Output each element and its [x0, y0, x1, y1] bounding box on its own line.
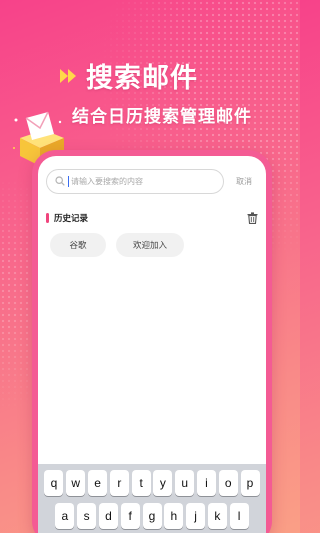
key[interactable]: t	[131, 470, 151, 496]
key[interactable]: k	[207, 503, 227, 529]
search-icon	[55, 176, 65, 186]
search-row: 取消	[46, 168, 258, 194]
history-title: 历史记录	[54, 214, 89, 224]
key[interactable]: j	[186, 503, 206, 529]
keyboard: q w e r t y u i o p a s d f g h j k l	[38, 464, 266, 533]
hero-title: 搜索邮件	[60, 56, 198, 95]
history-accent-bar	[46, 213, 49, 223]
keyboard-row-2: a s d f g h j k l	[41, 503, 263, 529]
cancel-button[interactable]: 取消	[236, 176, 252, 187]
hero-title-text: 搜索邮件	[86, 63, 198, 94]
history-header: 历史记录	[46, 212, 258, 224]
key[interactable]: d	[98, 503, 118, 529]
key[interactable]: s	[77, 503, 97, 529]
text-caret	[68, 175, 69, 187]
key[interactable]: q	[44, 470, 64, 496]
fast-forward-icon	[60, 68, 78, 83]
key[interactable]: p	[240, 470, 260, 496]
search-input[interactable]	[71, 176, 211, 186]
key[interactable]: g	[142, 503, 162, 529]
history-tags: 谷歌 欢迎加入	[50, 233, 184, 257]
key[interactable]: y	[153, 470, 173, 496]
key[interactable]: w	[66, 470, 86, 496]
key[interactable]: a	[55, 503, 75, 529]
history-tag[interactable]: 欢迎加入	[116, 233, 184, 257]
key[interactable]: o	[218, 470, 238, 496]
hero-subtitle: 结合日历搜索管理邮件	[72, 107, 252, 127]
trash-icon[interactable]	[247, 212, 258, 224]
key[interactable]: u	[175, 470, 195, 496]
key[interactable]: i	[196, 470, 216, 496]
phone-screen: 取消 历史记录 谷歌 欢迎加入 q w e r t y u i o p a s …	[38, 156, 266, 533]
key[interactable]: l	[229, 503, 249, 529]
key[interactable]: h	[164, 503, 184, 529]
history-tag[interactable]: 谷歌	[50, 233, 106, 257]
key[interactable]: f	[120, 503, 140, 529]
key[interactable]: r	[109, 470, 129, 496]
search-bar[interactable]	[46, 168, 224, 194]
keyboard-row-1: q w e r t y u i o p	[41, 470, 263, 496]
key[interactable]: e	[88, 470, 108, 496]
